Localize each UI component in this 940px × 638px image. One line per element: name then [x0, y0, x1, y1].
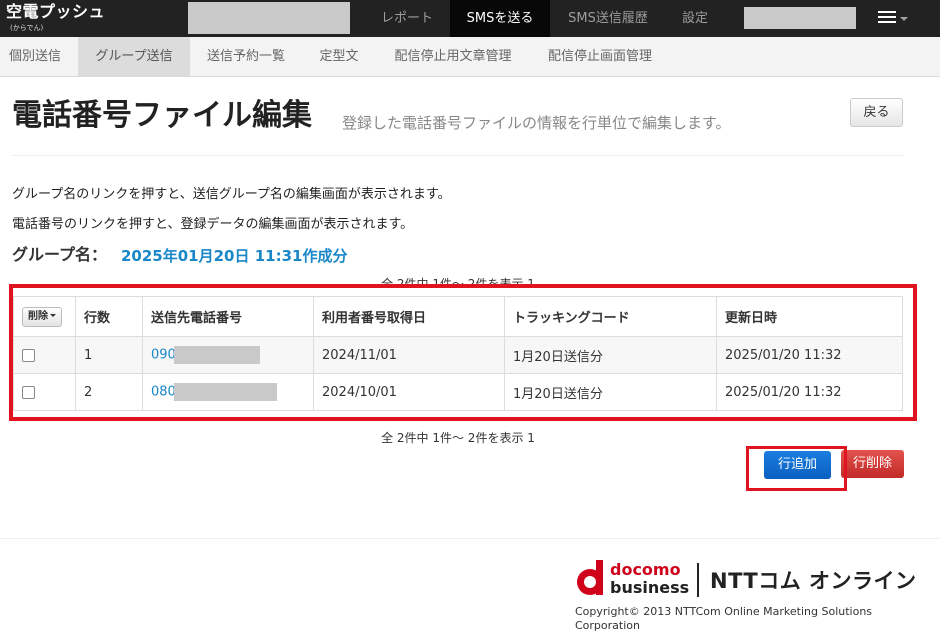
business-logo-text: business: [610, 578, 690, 597]
subnav-individual-send[interactable]: 個別送信: [0, 37, 70, 77]
nav-report[interactable]: レポート: [364, 0, 450, 37]
header-divider: [12, 155, 904, 156]
subnav-group-send[interactable]: グループ送信: [78, 37, 190, 77]
info-text-group-link: グループ名のリンクを押すと、送信グループ名の編集画面が表示されます。: [12, 187, 451, 202]
nav-sms-history[interactable]: SMS送信履歴: [552, 0, 664, 37]
brand-subtitle: (からでん): [10, 24, 44, 32]
table-highlight-frame: [9, 284, 917, 421]
subnav-scheduled-list[interactable]: 送信予約一覧: [190, 37, 302, 77]
subnav-stop-screen-management[interactable]: 配信停止画面管理: [530, 37, 670, 77]
group-name-label: グループ名：: [12, 245, 108, 264]
copyright-text: Copyright© 2013 NTTCom Online Marketing …: [575, 605, 873, 632]
subnav-stop-text-management[interactable]: 配信停止用文章管理: [378, 37, 528, 77]
sub-navbar: 個別送信 グループ送信 送信予約一覧 定型文 配信停止用文章管理 配信停止画面管…: [0, 37, 940, 77]
back-button[interactable]: 戻る: [850, 98, 903, 127]
nav-send-sms[interactable]: SMSを送る: [450, 0, 550, 37]
delete-row-button[interactable]: 行削除: [841, 450, 904, 478]
menu-caret-icon: [900, 17, 908, 21]
group-name-link[interactable]: 2025年01月20日 11:31作成分: [121, 245, 347, 267]
brand-title[interactable]: 空電プッシュ: [6, 3, 105, 21]
page-title: 電話番号ファイル編集: [12, 98, 312, 133]
subnav-templates[interactable]: 定型文: [306, 37, 372, 77]
nav-settings[interactable]: 設定: [668, 0, 722, 37]
ntt-com-logo-text: NTTコム オンライン: [710, 569, 917, 593]
page-subtitle: 登録した電話番号ファイルの情報を行単位で編集します。: [342, 114, 731, 132]
redacted-user-area: [744, 7, 856, 29]
hamburger-menu-icon[interactable]: [878, 11, 896, 25]
info-text-phone-link: 電話番号のリンクを押すと、登録データの編集画面が表示されます。: [12, 217, 414, 232]
redacted-area: [188, 2, 350, 34]
logo-separator: [697, 563, 699, 597]
footer-divider: [0, 538, 940, 539]
top-navbar: 空電プッシュ (からでん) レポート SMSを送る SMS送信履歴 設定: [0, 0, 940, 37]
pager-info-bottom: 全 2件中 1件～ 2件を表示 1: [381, 431, 535, 445]
docomo-d-logo-icon: [577, 560, 603, 595]
docomo-logo-text: docomo: [610, 560, 681, 579]
add-button-highlight-frame: [746, 446, 847, 491]
